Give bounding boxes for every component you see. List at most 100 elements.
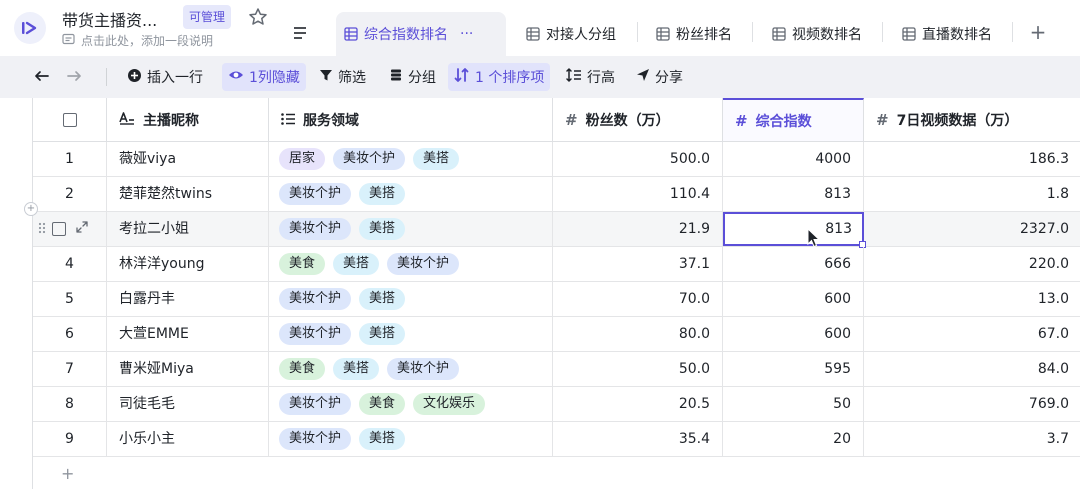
cell-name[interactable]: 楚菲楚然twins (107, 177, 269, 211)
cell-fans[interactable]: 21.9 (553, 212, 723, 246)
cell-video[interactable]: 1.8 (864, 177, 1080, 211)
hidden-columns-button[interactable]: 1列隐藏 (222, 63, 306, 91)
cell-score[interactable]: 20 (723, 422, 864, 456)
cell-fans[interactable]: 110.4 (553, 177, 723, 211)
cell-video[interactable]: 769.0 (864, 387, 1080, 421)
cell-name[interactable]: 司徒毛毛 (107, 387, 269, 421)
insert-row-above-icon[interactable]: + (24, 202, 38, 216)
row-index[interactable]: 1 (33, 142, 107, 176)
redo-icon[interactable] (60, 63, 88, 91)
row-index[interactable]: 8 (33, 387, 107, 421)
share-button[interactable]: 分享 (630, 63, 689, 91)
share-icon (636, 68, 650, 86)
cell-fans[interactable]: 35.4 (553, 422, 723, 456)
cell-video[interactable]: 13.0 (864, 282, 1080, 316)
tab-contact-group[interactable]: 对接人分组 (518, 12, 624, 56)
number-field-icon: # (735, 111, 748, 130)
cell-video[interactable]: 220.0 (864, 247, 1080, 281)
tag-chip: 美妆个护 (279, 218, 352, 240)
tab-video-ranking[interactable]: 视频数排名 (764, 12, 870, 56)
table-row[interactable]: 8 司徒毛毛 美妆个护 美食 文化娱乐 20.5 50 769.0 (33, 387, 1080, 422)
cell-domain[interactable]: 美食 美搭 美妆个护 (269, 352, 553, 386)
cell-domain[interactable]: 美妆个护 美搭 (269, 317, 553, 351)
cell-domain[interactable]: 美食 美搭 美妆个护 (269, 247, 553, 281)
cell-video[interactable]: 3.7 (864, 422, 1080, 456)
cell-fans[interactable]: 70.0 (553, 282, 723, 316)
cell-fans[interactable]: 50.0 (553, 352, 723, 386)
cell-score[interactable]: 50 (723, 387, 864, 421)
cell-score[interactable]: 4000 (723, 142, 864, 176)
row-index[interactable]: 2 (33, 177, 107, 211)
cell-score-selected[interactable]: 813 (723, 212, 866, 248)
row-index[interactable]: 9 (33, 422, 107, 456)
table-row[interactable]: 5 白露丹丰 美妆个护 美搭 70.0 600 13.0 (33, 282, 1080, 317)
drag-handle-icon[interactable] (38, 222, 46, 237)
cell-fans[interactable]: 500.0 (553, 142, 723, 176)
table-row[interactable]: 6 大萱EMME 美妆个护 美搭 80.0 600 67.0 (33, 317, 1080, 352)
cell-name[interactable]: 薇娅viya (107, 142, 269, 176)
expand-row-icon[interactable] (75, 212, 88, 246)
row-index[interactable]: 6 (33, 317, 107, 351)
add-row-button[interactable]: + (61, 464, 74, 483)
table-row[interactable]: 2 楚菲楚然twins 美妆个护 美搭 110.4 813 1.8 (33, 177, 1080, 212)
table-row[interactable]: 考拉二小姐 美妆个护 美搭 21.9 813 2327.0 (33, 212, 1080, 248)
table-row[interactable]: 9 小乐小主 美妆个护 美搭 35.4 20 3.7 (33, 422, 1080, 457)
row-index[interactable]: 5 (33, 282, 107, 316)
cell-domain[interactable]: 美妆个护 美搭 (269, 212, 553, 246)
cell-domain[interactable]: 美妆个护 美搭 (269, 177, 553, 211)
document-title[interactable]: 带货主播资... (62, 7, 157, 31)
tab-fans-ranking[interactable]: 粉丝排名 (648, 12, 740, 56)
row-index[interactable]: 4 (33, 247, 107, 281)
cell-name[interactable]: 小乐小主 (107, 422, 269, 456)
tab-live-ranking[interactable]: 直播数排名 (894, 12, 1000, 56)
column-header-domain[interactable]: 服务领域 (269, 98, 553, 142)
cell-score[interactable]: 813 (723, 177, 864, 211)
cell-score[interactable]: 600 (723, 282, 864, 316)
cell-name[interactable]: 大萱EMME (107, 317, 269, 351)
sidebar-menu-icon[interactable] (290, 23, 310, 43)
cell-video[interactable]: 2327.0 (864, 212, 1080, 246)
cell-score[interactable]: 600 (723, 317, 864, 351)
description-field[interactable]: 点击此处，添加一段说明 (62, 32, 213, 49)
add-tab-button[interactable]: + (1028, 22, 1048, 42)
cell-score[interactable]: 595 (723, 352, 864, 386)
select-all-checkbox[interactable] (62, 112, 77, 127)
group-button[interactable]: 分组 (383, 63, 442, 91)
cell-name[interactable]: 曹米娅Miya (107, 352, 269, 386)
cell-domain[interactable]: 美妆个护 美搭 (269, 282, 553, 316)
column-header-score[interactable]: # 综合指数 (723, 98, 864, 142)
filter-button[interactable]: 筛选 (313, 63, 372, 91)
cell-name[interactable]: 林洋洋young (107, 247, 269, 281)
tab-composite-ranking[interactable]: 综合指数排名 ··· (336, 12, 506, 56)
top-bar: 带货主播资... 可管理 点击此处，添加一段说明 综合指数排名 ··· 对接人分… (0, 0, 1080, 56)
app-logo-icon[interactable] (14, 12, 46, 44)
header-select-all[interactable] (33, 98, 107, 142)
cell-domain[interactable]: 美妆个护 美搭 (269, 422, 553, 456)
cell-name[interactable]: 考拉二小姐 (107, 212, 269, 246)
row-checkbox[interactable] (51, 222, 66, 236)
table-row[interactable]: 1 薇娅viya 居家 美妆个护 美搭 500.0 4000 186.3 (33, 142, 1080, 177)
row-index[interactable]: 7 (33, 352, 107, 386)
cell-domain[interactable]: 居家 美妆个护 美搭 (269, 142, 553, 176)
cell-video[interactable]: 186.3 (864, 142, 1080, 176)
column-header-video[interactable]: # 7日视频数据（万） (864, 98, 1080, 142)
table-row[interactable]: 7 曹米娅Miya 美食 美搭 美妆个护 50.0 595 84.0 (33, 352, 1080, 387)
row-height-button[interactable]: 行高 (560, 63, 621, 91)
cell-fans[interactable]: 80.0 (553, 317, 723, 351)
tab-more-icon[interactable]: ··· (460, 26, 473, 42)
undo-icon[interactable] (28, 63, 56, 91)
cell-score[interactable]: 666 (723, 247, 864, 281)
star-icon[interactable] (248, 7, 268, 27)
sort-button[interactable]: 1 个排序项 (448, 63, 551, 91)
permission-badge[interactable]: 可管理 (183, 5, 232, 29)
cell-domain[interactable]: 美妆个护 美食 文化娱乐 (269, 387, 553, 421)
cell-video[interactable]: 67.0 (864, 317, 1080, 351)
column-header-name[interactable]: 主播昵称 (107, 98, 269, 142)
insert-row-button[interactable]: 插入一行 (121, 63, 209, 91)
cell-fans[interactable]: 37.1 (553, 247, 723, 281)
cell-name[interactable]: 白露丹丰 (107, 282, 269, 316)
cell-fans[interactable]: 20.5 (553, 387, 723, 421)
cell-video[interactable]: 84.0 (864, 352, 1080, 386)
column-header-fans[interactable]: # 粉丝数（万） (553, 98, 723, 142)
table-row[interactable]: 4 林洋洋young 美食 美搭 美妆个护 37.1 666 220.0 (33, 247, 1080, 282)
